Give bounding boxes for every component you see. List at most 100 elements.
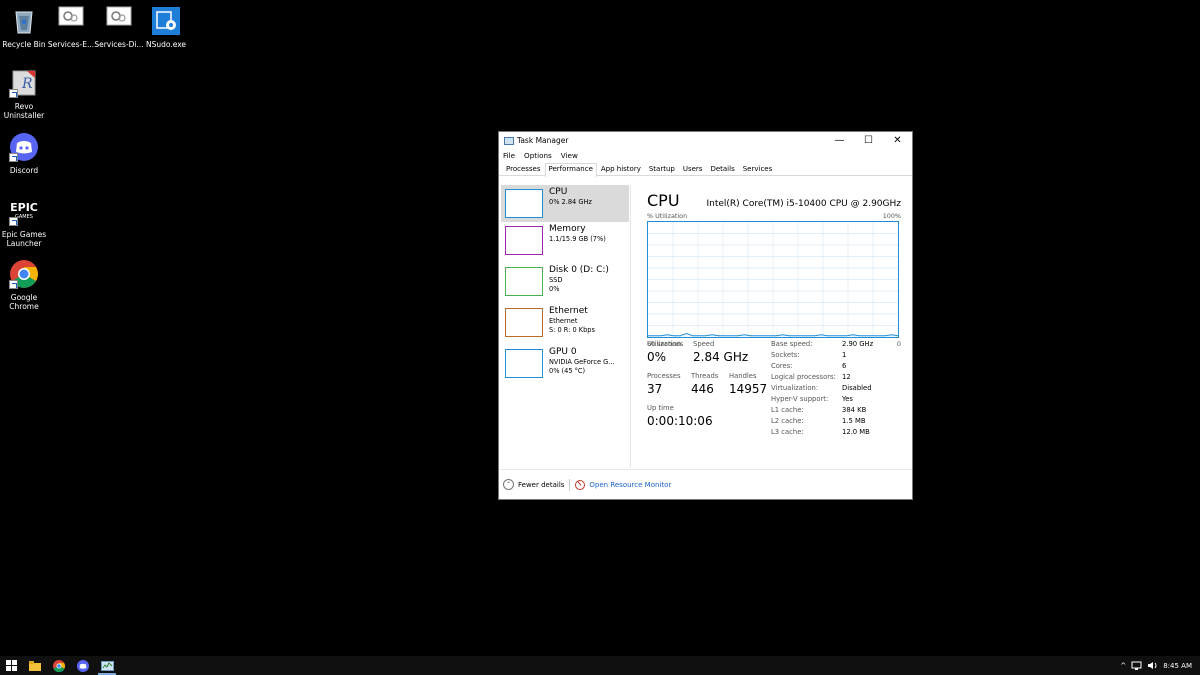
memory-thumbnail-graph [505,226,543,255]
tab-details[interactable]: Details [706,163,738,175]
clock[interactable]: 8:45 AM [1163,662,1192,670]
shortcut-arrow-icon [9,153,18,162]
desktop-icon-nsudo[interactable]: NSudo.exe [138,6,194,49]
handles-value: 14957 [729,382,768,396]
task-manager-icon [100,660,114,671]
speed-label: Speed [693,340,715,348]
title-bar[interactable]: Task Manager — ☐ ✕ [499,132,912,149]
taskbar-file-explorer[interactable] [24,656,46,675]
desktop-icon-google-chrome[interactable]: Google Chrome [0,259,52,311]
windows-logo-icon [5,660,17,671]
sidebar-item-gpu[interactable]: GPU 0 NVIDIA GeForce G... 0% (45 °C) [501,345,629,386]
threads-label: Threads [691,372,719,380]
chrome-icon [53,659,65,672]
utilization-axis-min: 0 [896,340,901,348]
menu-bar: File Options View [499,149,912,162]
ethernet-thumbnail-graph [505,308,543,337]
panel-title: CPU [647,191,680,210]
spec-key: L3 cache: [771,428,804,436]
menu-view[interactable]: View [561,151,578,160]
desktop-icon-label: Epic Games Launcher [1,230,47,248]
cpu-thumbnail-graph [505,189,543,218]
sidebar-item-detail: SSD [549,276,563,284]
start-button[interactable] [0,656,22,675]
tab-startup[interactable]: Startup [645,163,679,175]
desktop-icon-epic-games[interactable]: EPIC GAMES Epic Games Launcher [0,196,52,248]
sidebar-item-cpu[interactable]: CPU 0% 2.84 GHz [501,185,629,222]
fewer-details-link[interactable]: Fewer details [518,481,564,489]
spec-value: 12.0 MB [842,428,870,436]
threads-value: 446 [691,382,714,396]
taskbar-task-manager[interactable] [96,656,118,675]
tab-performance[interactable]: Performance [544,163,597,177]
tab-services[interactable]: Services [739,163,777,175]
recycle-bin-icon [9,6,39,36]
spec-value: 1.5 MB [842,417,866,425]
footer-separator [569,478,571,491]
nsudo-icon [151,6,181,36]
resource-sidebar: CPU 0% 2.84 GHz Memory 1.1/15.9 GB (7%) … [501,185,629,386]
settings-file-icon [106,6,132,36]
discord-icon [9,132,39,162]
handles-label: Handles [729,372,757,380]
shortcut-arrow-icon [9,280,18,289]
spec-value: 384 KB [842,406,867,414]
gpu-thumbnail-graph [505,349,543,378]
close-button[interactable]: ✕ [883,132,912,149]
chevron-up-icon[interactable]: ^ [1120,662,1126,670]
sidebar-item-ethernet[interactable]: Ethernet Ethernet S: 0 R: 0 Kbps [501,304,629,345]
chevron-up-circle-icon[interactable]: ⌃ [503,479,514,490]
sidebar-item-memory[interactable]: Memory 1.1/15.9 GB (7%) [501,222,629,263]
sidebar-item-name: GPU 0 [549,347,577,357]
maximize-button[interactable]: ☐ [854,132,883,149]
discord-icon [77,659,89,672]
minimize-button[interactable]: — [825,132,854,149]
cpu-detail-panel: CPU Intel(R) Core(TM) i5-10400 CPU @ 2.9… [647,191,901,436]
revo-uninstaller-icon: R [9,68,39,98]
network-icon[interactable] [1131,661,1142,670]
menu-options[interactable]: Options [524,151,552,160]
utilization-value: 0% [647,350,667,364]
spec-value: 2.90 GHz [842,340,874,348]
tab-app-history[interactable]: App history [597,163,645,175]
sidebar-item-name: Memory [549,224,586,234]
volume-icon[interactable] [1147,661,1158,670]
sidebar-item-name: Ethernet [549,306,588,316]
task-manager-window: Task Manager — ☐ ✕ File Options View Pro… [498,131,913,500]
settings-file-icon [58,6,84,36]
sidebar-item-disk[interactable]: Disk 0 (D: C:) SSD 0% [501,263,629,304]
open-resource-monitor-link[interactable]: Open Resource Monitor [589,481,671,489]
shortcut-arrow-icon [9,89,18,98]
sidebar-item-detail: 1.1/15.9 GB (7%) [549,235,606,243]
tab-processes[interactable]: Processes [502,163,545,175]
sidebar-item-detail: 0% [549,285,560,293]
taskbar-chrome[interactable] [48,656,70,675]
resource-monitor-icon [575,479,586,490]
panel-divider[interactable] [630,185,631,467]
desktop-icon-discord[interactable]: Discord [0,132,52,175]
sidebar-item-detail: 0% 2.84 GHz [549,198,592,206]
disk-thumbnail-graph [505,267,543,296]
chrome-icon [9,259,39,289]
cpu-utilization-graph [647,221,899,338]
menu-file[interactable]: File [503,151,515,160]
sidebar-item-detail: Ethernet [549,317,578,325]
window-footer: ⌃ Fewer details Open Resource Monitor [499,469,912,499]
taskbar: ^ 8:45 AM [0,656,1200,675]
spec-key: Virtualization: [771,384,819,392]
sidebar-item-detail: S: 0 R: 0 Kbps [549,326,595,334]
desktop-icon-revo-uninstaller[interactable]: R Revo Uninstaller [0,68,52,120]
desktop-icon-label: Discord [9,166,39,175]
shortcut-arrow-icon [9,217,18,226]
utilization-label: Utilization [647,340,682,348]
sidebar-item-name: CPU [549,187,568,197]
spec-value: 1 [842,351,847,359]
tab-users[interactable]: Users [679,163,707,175]
spec-key: Base speed: [771,340,813,348]
processes-value: 37 [647,382,663,396]
epic-games-icon: EPIC GAMES [9,196,39,226]
system-tray: ^ 8:45 AM [1120,661,1200,670]
taskbar-discord[interactable] [72,656,94,675]
task-manager-app-icon [504,136,514,145]
cpu-model-name: Intel(R) Core(TM) i5-10400 CPU @ 2.90GHz [706,199,901,209]
